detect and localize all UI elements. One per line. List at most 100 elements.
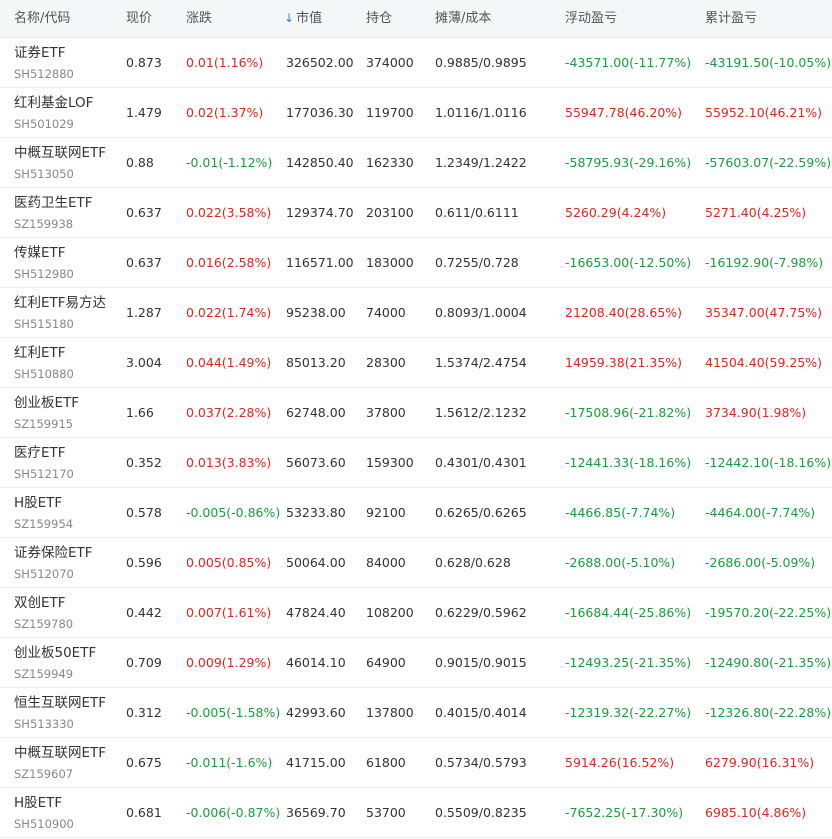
cost-cell: 0.6229/0.5962 bbox=[435, 605, 527, 620]
position-cell: 137800 bbox=[366, 705, 414, 720]
table-row[interactable]: 医疗ETF SH512170 0.352 0.013(3.83%) 56073.60 15… bbox=[0, 438, 832, 488]
fund-name[interactable]: 中概互联网ETF bbox=[14, 744, 106, 762]
fund-code: SZ159949 bbox=[14, 667, 74, 681]
fund-name[interactable]: 医药卫生ETF bbox=[14, 194, 93, 212]
cum-pl-cell: -12326.80(-22.28%) bbox=[705, 705, 832, 720]
fund-code: SH515180 bbox=[14, 317, 74, 331]
price-cell: 3.004 bbox=[126, 355, 162, 370]
name-code-cell: 医疗ETF SH512170 bbox=[14, 444, 74, 483]
fund-code: SZ159780 bbox=[14, 617, 74, 631]
price-cell: 0.709 bbox=[126, 655, 162, 670]
float-pl-cell: 55947.78(46.20%) bbox=[565, 105, 683, 120]
cost-cell: 0.6265/0.6265 bbox=[435, 505, 527, 520]
cum-pl-cell: -43191.50(-10.05%) bbox=[705, 55, 832, 70]
fund-name[interactable]: H股ETF bbox=[14, 794, 74, 812]
name-code-cell: 证券ETF SH512880 bbox=[14, 44, 74, 83]
name-code-cell: 创业板ETF SZ159915 bbox=[14, 394, 79, 433]
float-pl-cell: -12493.25(-21.35%) bbox=[565, 655, 692, 670]
header-change[interactable]: 涨跌 bbox=[186, 0, 212, 37]
position-cell: 53700 bbox=[366, 805, 406, 820]
table-row[interactable]: 红利ETF SH510880 3.004 0.044(1.49%) 85013.20 28… bbox=[0, 338, 832, 388]
price-cell: 0.681 bbox=[126, 805, 162, 820]
table-row[interactable]: 证券保险ETF SH512070 0.596 0.005(0.85%) 50064.00… bbox=[0, 538, 832, 588]
price-cell: 0.873 bbox=[126, 55, 162, 70]
cost-cell: 0.628/0.628 bbox=[435, 555, 511, 570]
cum-pl-cell: 5271.40(4.25%) bbox=[705, 205, 807, 220]
cum-pl-cell: 3734.90(1.98%) bbox=[705, 405, 807, 420]
fund-name[interactable]: 红利ETF bbox=[14, 344, 74, 362]
header-market-value[interactable]: ↓ 市值 bbox=[284, 0, 322, 37]
header-cum-pl[interactable]: 累计盈亏 bbox=[705, 0, 757, 37]
cum-pl-cell: 35347.00(47.75%) bbox=[705, 305, 823, 320]
table-row[interactable]: 证券ETF SH512880 0.873 0.01(1.16%) 326502.00 37… bbox=[0, 38, 832, 88]
change-cell: 0.037(2.28%) bbox=[186, 405, 272, 420]
change-cell: -0.005(-0.86%) bbox=[186, 505, 281, 520]
table-row[interactable]: 中概互联网ETF SZ159607 0.675 -0.011(-1.6%) 41715.… bbox=[0, 738, 832, 788]
float-pl-cell: -12319.32(-22.27%) bbox=[565, 705, 692, 720]
table-row[interactable]: 中概互联网ETF SH513050 0.88 -0.01(-1.12%) 142850.… bbox=[0, 138, 832, 188]
market-value-cell: 46014.10 bbox=[286, 655, 346, 670]
market-value-cell: 56073.60 bbox=[286, 455, 346, 470]
cum-pl-cell: -2686.00(-5.09%) bbox=[705, 555, 816, 570]
change-cell: 0.016(2.58%) bbox=[186, 255, 272, 270]
table-row[interactable]: 传媒ETF SH512980 0.637 0.016(2.58%) 116571.00 1… bbox=[0, 238, 832, 288]
price-cell: 0.312 bbox=[126, 705, 162, 720]
cost-cell: 1.2349/1.2422 bbox=[435, 155, 527, 170]
change-cell: 0.022(3.58%) bbox=[186, 205, 272, 220]
fund-name[interactable]: 医疗ETF bbox=[14, 444, 74, 462]
table-row[interactable]: 红利ETF易方达 SH515180 1.287 0.022(1.74%) 95238.0… bbox=[0, 288, 832, 338]
price-cell: 0.578 bbox=[126, 505, 162, 520]
cost-cell: 0.5509/0.8235 bbox=[435, 805, 527, 820]
table-row[interactable]: 恒生互联网ETF SH513330 0.312 -0.005(-1.58%) 42993… bbox=[0, 688, 832, 738]
price-cell: 0.596 bbox=[126, 555, 162, 570]
change-cell: 0.022(1.74%) bbox=[186, 305, 272, 320]
table-row[interactable]: 红利基金LOF SH501029 1.479 0.02(1.37%) 177036.30… bbox=[0, 88, 832, 138]
header-price[interactable]: 现价 bbox=[126, 0, 152, 37]
fund-name[interactable]: 双创ETF bbox=[14, 594, 73, 612]
name-code-cell: 中概互联网ETF SZ159607 bbox=[14, 744, 106, 783]
cum-pl-cell: -57603.07(-22.59%) bbox=[705, 155, 832, 170]
fund-name[interactable]: 证券ETF bbox=[14, 44, 74, 62]
header-float-pl[interactable]: 浮动盈亏 bbox=[565, 0, 617, 37]
fund-name[interactable]: 传媒ETF bbox=[14, 244, 74, 262]
cum-pl-cell: -4464.00(-7.74%) bbox=[705, 505, 816, 520]
fund-name[interactable]: 红利基金LOF bbox=[14, 94, 93, 112]
table-row[interactable]: 创业板50ETF SZ159949 0.709 0.009(1.29%) 46014.1… bbox=[0, 638, 832, 688]
change-cell: 0.005(0.85%) bbox=[186, 555, 272, 570]
fund-name[interactable]: 创业板ETF bbox=[14, 394, 79, 412]
header-name-code[interactable]: 名称/代码 bbox=[14, 0, 70, 37]
fund-name[interactable]: 恒生互联网ETF bbox=[14, 694, 106, 712]
fund-code: SZ159954 bbox=[14, 517, 74, 531]
cost-cell: 1.5374/2.4754 bbox=[435, 355, 527, 370]
table-row[interactable]: 双创ETF SZ159780 0.442 0.007(1.61%) 47824.40 10… bbox=[0, 588, 832, 638]
fund-name[interactable]: 红利ETF易方达 bbox=[14, 294, 106, 312]
name-code-cell: 创业板50ETF SZ159949 bbox=[14, 644, 96, 683]
price-cell: 1.66 bbox=[126, 405, 154, 420]
header-position[interactable]: 持仓 bbox=[366, 0, 392, 37]
name-code-cell: 传媒ETF SH512980 bbox=[14, 244, 74, 283]
fund-name[interactable]: 中概互联网ETF bbox=[14, 144, 106, 162]
position-cell: 203100 bbox=[366, 205, 414, 220]
market-value-cell: 36569.70 bbox=[286, 805, 346, 820]
cum-pl-cell: 6985.10(4.86%) bbox=[705, 805, 807, 820]
float-pl-cell: -43571.00(-11.77%) bbox=[565, 55, 692, 70]
price-cell: 0.88 bbox=[126, 155, 154, 170]
table-row[interactable]: H股ETF SZ159954 0.578 -0.005(-0.86%) 53233.80… bbox=[0, 488, 832, 538]
fund-name[interactable]: H股ETF bbox=[14, 494, 73, 512]
float-pl-cell: -16684.44(-25.86%) bbox=[565, 605, 692, 620]
fund-code: SH512980 bbox=[14, 267, 74, 281]
header-cost[interactable]: 摊薄/成本 bbox=[435, 0, 491, 37]
price-cell: 1.287 bbox=[126, 305, 162, 320]
cost-cell: 1.0116/1.0116 bbox=[435, 105, 527, 120]
name-code-cell: 恒生互联网ETF SH513330 bbox=[14, 694, 106, 733]
cost-cell: 0.9885/0.9895 bbox=[435, 55, 527, 70]
fund-name[interactable]: 证券保险ETF bbox=[14, 544, 93, 562]
table-row[interactable]: 创业板ETF SZ159915 1.66 0.037(2.28%) 62748.00 37… bbox=[0, 388, 832, 438]
price-cell: 0.675 bbox=[126, 755, 162, 770]
fund-name[interactable]: 创业板50ETF bbox=[14, 644, 96, 662]
cum-pl-cell: -12442.10(-18.16%) bbox=[705, 455, 832, 470]
table-row[interactable]: 医药卫生ETF SZ159938 0.637 0.022(3.58%) 129374.7… bbox=[0, 188, 832, 238]
table-row[interactable]: H股ETF SH510900 0.681 -0.006(-0.87%) 36569.70… bbox=[0, 788, 832, 838]
change-cell: 0.013(3.83%) bbox=[186, 455, 272, 470]
float-pl-cell: -4466.85(-7.74%) bbox=[565, 505, 676, 520]
